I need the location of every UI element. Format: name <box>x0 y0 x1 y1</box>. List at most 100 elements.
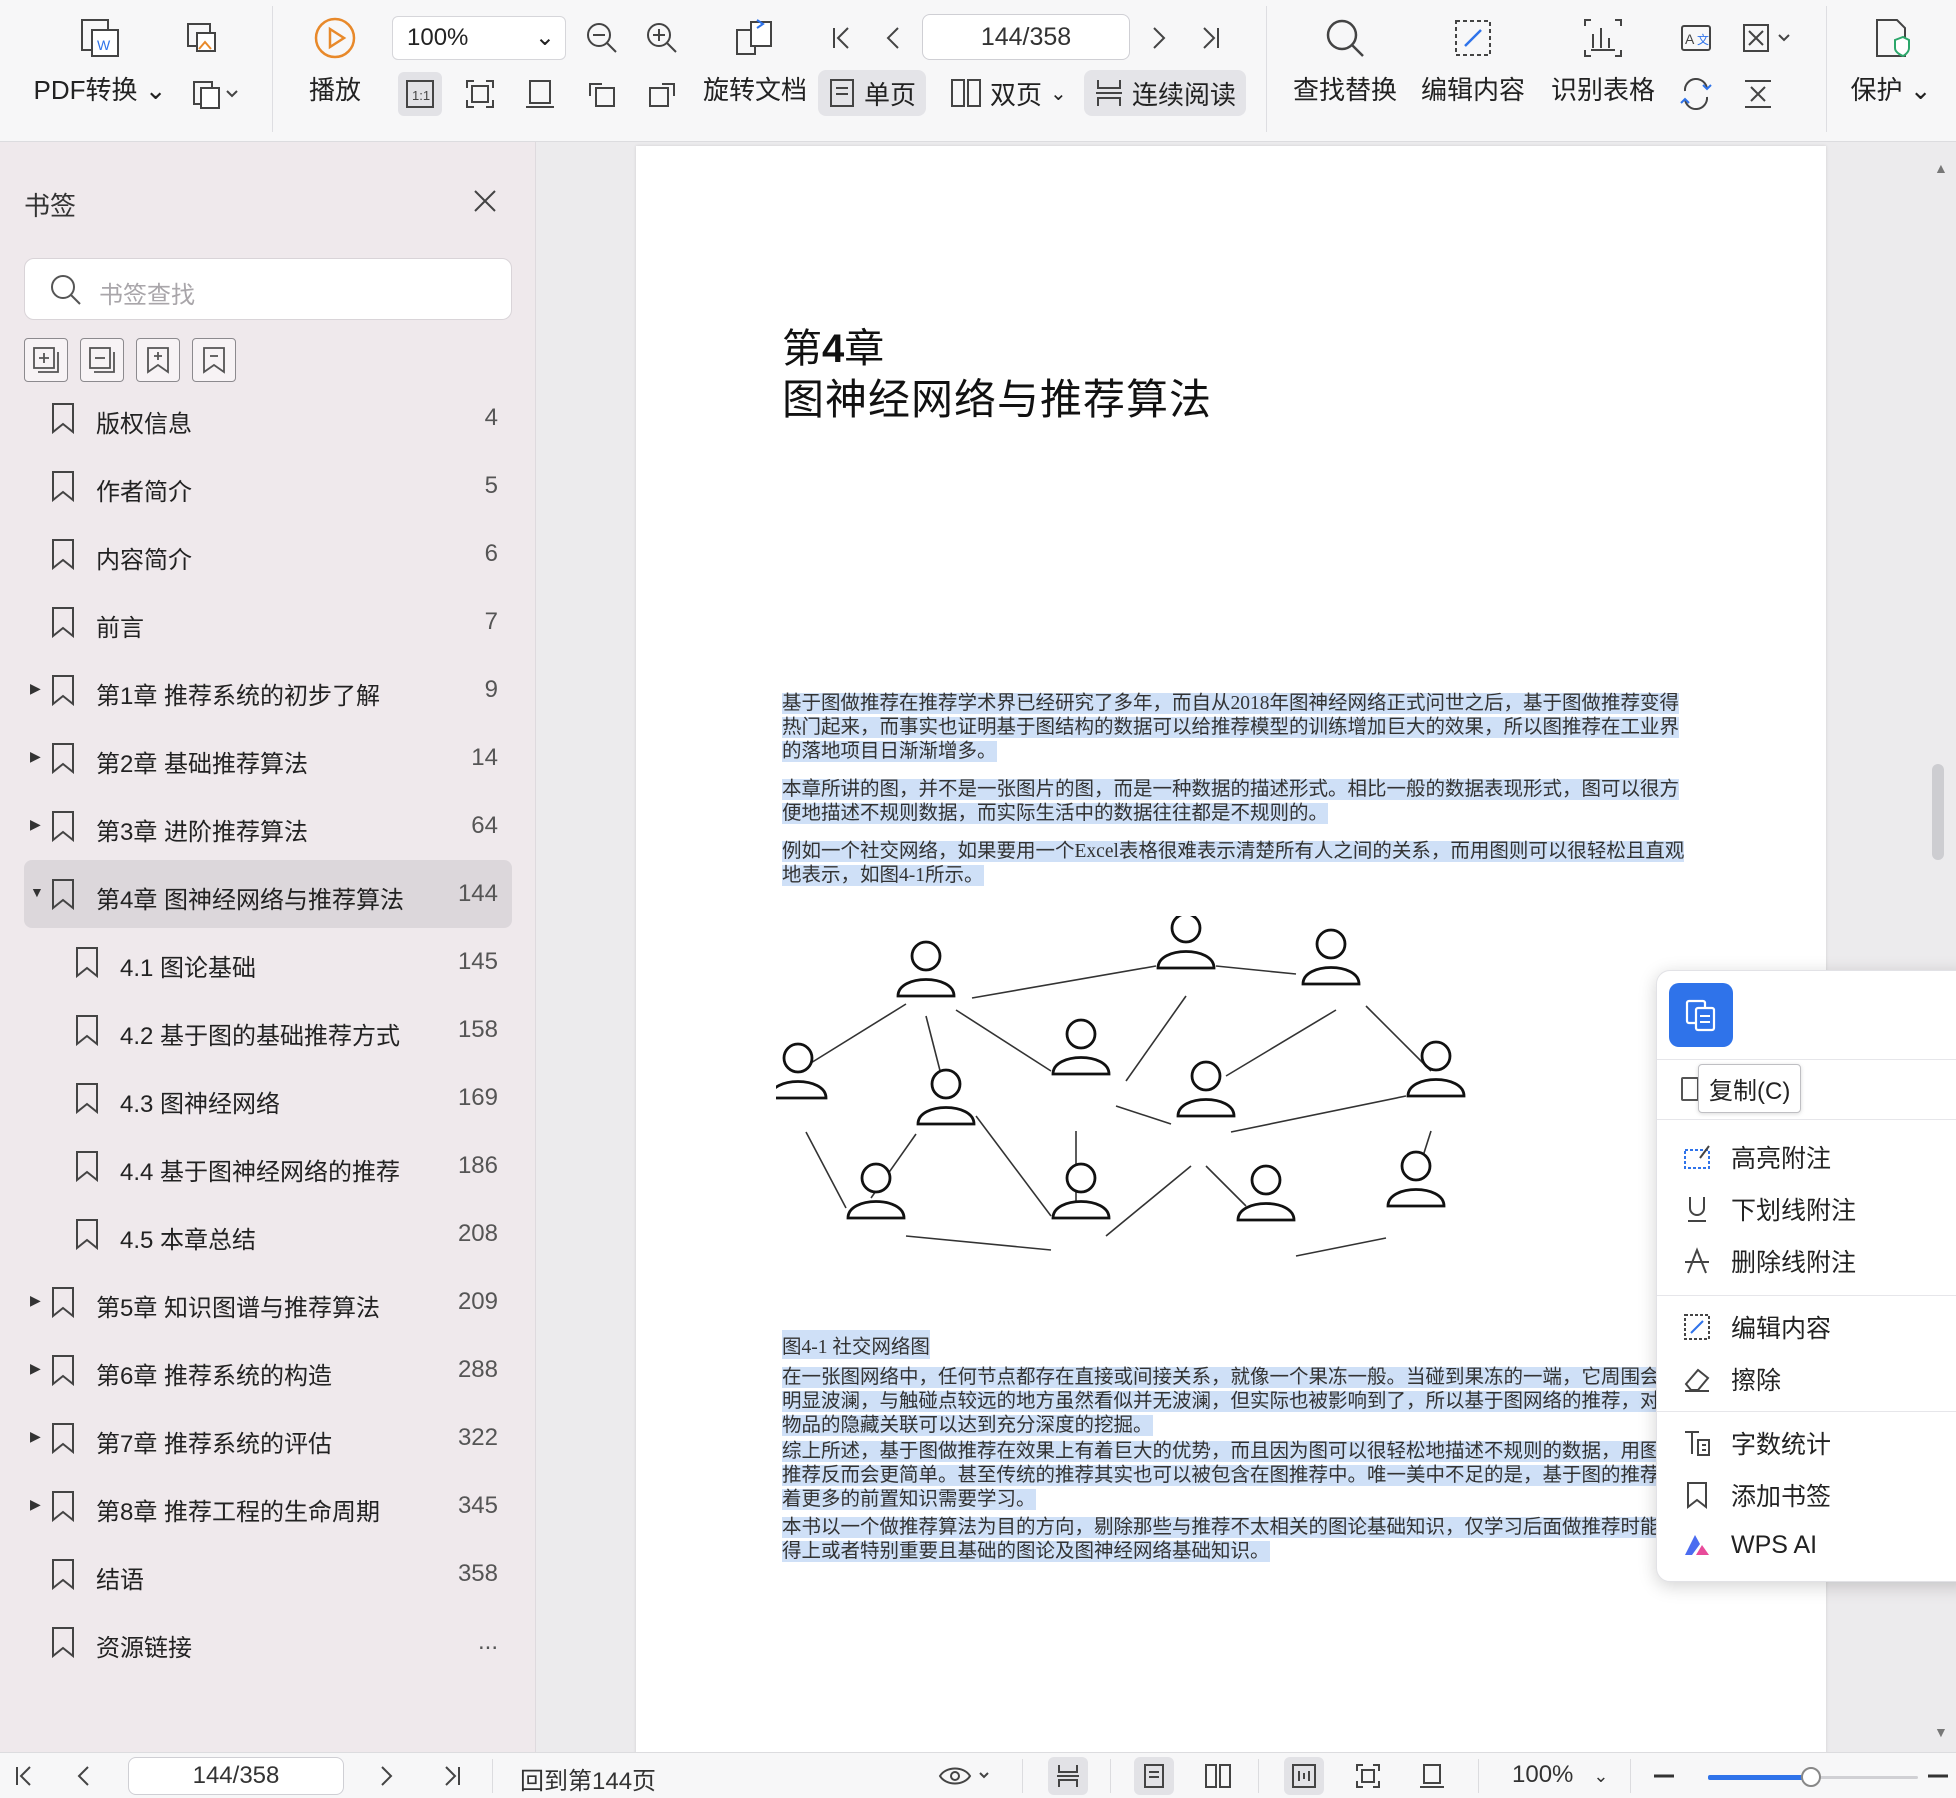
status-first-page-button[interactable] <box>4 1757 44 1795</box>
fit-width-button[interactable] <box>518 72 562 116</box>
fit-page-button[interactable] <box>458 72 502 116</box>
play-button[interactable]: 播放 <box>300 16 370 107</box>
bookmark-item[interactable]: ▶ 第5章 知识图谱与推荐算法 209 <box>24 1268 512 1336</box>
caret-right-icon[interactable]: ▶ <box>30 816 48 834</box>
bookmark-icon <box>52 471 74 502</box>
caret-right-icon[interactable]: ▶ <box>30 1360 48 1378</box>
caret-right-icon[interactable]: ▶ <box>30 1428 48 1446</box>
continuous-reading-button[interactable]: 连续阅读 <box>1084 70 1247 116</box>
expand-all-button[interactable] <box>24 338 68 382</box>
copy-button[interactable] <box>1669 983 1733 1047</box>
menu-item-underline[interactable]: 下划线附注 <box>1681 1187 1856 1231</box>
status-double-page-button[interactable] <box>1198 1757 1238 1795</box>
rotate-right-button[interactable] <box>640 72 684 116</box>
bookmark-page-number: 208 <box>457 1220 498 1247</box>
zoom-in-button[interactable] <box>1920 1757 1956 1795</box>
edit-content-button[interactable]: 编辑内容 <box>1418 16 1528 107</box>
page-number-input[interactable]: 144/358 <box>922 14 1130 60</box>
bookmark-item[interactable]: 4.3 图神经网络 169 <box>24 1064 512 1132</box>
zoom-in-button[interactable] <box>640 16 684 60</box>
rotate-document-button[interactable]: 旋转文档 <box>700 16 810 107</box>
protect-button[interactable]: 保护 ⌄ <box>1846 16 1936 107</box>
bookmark-item[interactable]: ▶ 第2章 基础推荐算法 14 <box>24 724 512 792</box>
first-page-button[interactable] <box>820 16 864 60</box>
collapse-all-button[interactable] <box>80 338 124 382</box>
find-replace-button[interactable]: 查找替换 <box>1290 16 1400 107</box>
goto-page-link[interactable]: 回到第144页 <box>520 1761 656 1796</box>
status-actual-size-button[interactable] <box>1284 1757 1324 1795</box>
bookmark-item[interactable]: ▶ 第7章 推荐系统的评估 322 <box>24 1404 512 1472</box>
bookmark-item[interactable]: ▶ 第8章 推荐工程的生命周期 345 <box>24 1472 512 1540</box>
status-fit-page-button[interactable] <box>1348 1757 1388 1795</box>
caret-down-icon[interactable]: ▼ <box>30 884 48 902</box>
actual-size-button[interactable]: 1:1 <box>398 72 442 116</box>
bookmark-item[interactable]: 资源链接... <box>24 1608 512 1676</box>
status-last-page-button[interactable] <box>432 1757 472 1795</box>
watermark-button[interactable] <box>1736 72 1780 116</box>
export-image-button[interactable] <box>180 16 224 60</box>
status-continuous-button[interactable] <box>1048 1757 1088 1795</box>
vertical-scrollbar[interactable] <box>1932 764 1944 860</box>
zoom-select[interactable]: 100% ⌄ <box>392 16 566 60</box>
bookmark-item[interactable]: 前言 7 <box>24 588 512 656</box>
rotate-left-button[interactable] <box>580 72 624 116</box>
status-zoom-select[interactable]: 100% ⌄ <box>1512 1761 1609 1789</box>
menu-item-add-bookmark[interactable]: 添加书签 <box>1681 1473 1831 1517</box>
caret-right-icon[interactable]: ▶ <box>30 748 48 766</box>
pdf-page[interactable]: 第4章 图神经网络与推荐算法 基于图做推荐在推荐学术界已经研究了多年，而自从20… <box>636 146 1826 1756</box>
bookmark-item[interactable]: 内容简介 6 <box>24 520 512 588</box>
next-page-button[interactable] <box>1136 16 1180 60</box>
status-prev-page-button[interactable] <box>64 1757 104 1795</box>
eye-mode-button[interactable] <box>934 1757 998 1795</box>
double-page-button[interactable]: 双页 ⌄ <box>940 70 1077 116</box>
recognize-table-icon <box>1584 19 1622 57</box>
status-fit-width-button[interactable] <box>1412 1757 1452 1795</box>
scroll-down-arrow[interactable]: ▼ <box>1934 1724 1948 1740</box>
status-page-input[interactable]: 144/358 <box>128 1757 344 1795</box>
pdf-convert-icon: W <box>81 19 119 57</box>
compress-button[interactable] <box>1738 16 1798 60</box>
pdf-convert-button[interactable]: W PDF转换 ⌄ <box>33 16 167 107</box>
chevron-down-icon: ⌄ <box>534 24 555 51</box>
zoom-out-button[interactable] <box>1644 1757 1684 1795</box>
single-page-button[interactable]: 单页 <box>818 70 927 116</box>
remove-bookmark-button[interactable] <box>192 338 236 382</box>
menu-item-wps-ai[interactable]: WPS AI <box>1681 1523 1817 1567</box>
bookmark-item[interactable]: 4.4 基于图神经网络的推荐 186 <box>24 1132 512 1200</box>
status-single-page-button[interactable] <box>1134 1757 1174 1795</box>
bookmark-icon <box>76 1219 98 1250</box>
recognize-table-button[interactable]: 识别表格 <box>1548 16 1658 107</box>
menu-item-highlight[interactable]: 高亮附注 <box>1681 1135 1831 1179</box>
bookmark-item[interactable]: 结语 358 <box>24 1540 512 1608</box>
bookmark-item[interactable]: ▼ 第4章 图神经网络与推荐算法 144 <box>24 860 512 928</box>
menu-item-edit-content[interactable]: 编辑内容 <box>1681 1305 1831 1349</box>
translate-button[interactable]: A文 <box>1674 16 1718 60</box>
menu-item-word-count[interactable]: 字数统计 <box>1681 1421 1831 1465</box>
bookmark-item[interactable]: 4.2 基于图的基础推荐方式 158 <box>24 996 512 1064</box>
add-bookmark-button[interactable] <box>136 338 180 382</box>
bookmark-item[interactable]: 4.5 本章总结 208 <box>24 1200 512 1268</box>
close-panel-button[interactable] <box>472 188 498 219</box>
caret-right-icon[interactable]: ▶ <box>30 1496 48 1514</box>
zoom-out-button[interactable] <box>580 16 624 60</box>
bookmark-item[interactable]: ▶ 第1章 推荐系统的初步了解 9 <box>24 656 512 724</box>
menu-item-erase[interactable]: 擦除 <box>1681 1357 1781 1401</box>
menu-item-strikethrough[interactable]: 删除线附注 <box>1681 1239 1856 1283</box>
export-dropdown-button[interactable] <box>184 72 248 116</box>
eraser-icon <box>1681 1363 1713 1395</box>
scroll-up-arrow[interactable]: ▲ <box>1934 160 1948 176</box>
bookmark-item[interactable]: ▶ 第3章 进阶推荐算法 64 <box>24 792 512 860</box>
prev-page-button[interactable] <box>872 16 916 60</box>
convert-button[interactable] <box>1674 72 1718 116</box>
last-page-button[interactable] <box>1188 16 1232 60</box>
bookmark-item[interactable]: ▶ 第6章 推荐系统的构造 288 <box>24 1336 512 1404</box>
bookmark-item[interactable]: 4.1 图论基础 145 <box>24 928 512 996</box>
caret-right-icon[interactable]: ▶ <box>30 1292 48 1310</box>
status-next-page-button[interactable] <box>366 1757 406 1795</box>
bookmark-item[interactable]: 作者简介 5 <box>24 452 512 520</box>
caret-right-icon[interactable]: ▶ <box>30 680 48 698</box>
bookmark-search-input[interactable]: 书签查找 <box>24 258 512 320</box>
zoom-slider-handle[interactable] <box>1800 1767 1821 1787</box>
bookmark-item[interactable]: 版权信息 4 <box>24 384 512 452</box>
menu-partial-item[interactable] <box>1681 1077 1699 1101</box>
